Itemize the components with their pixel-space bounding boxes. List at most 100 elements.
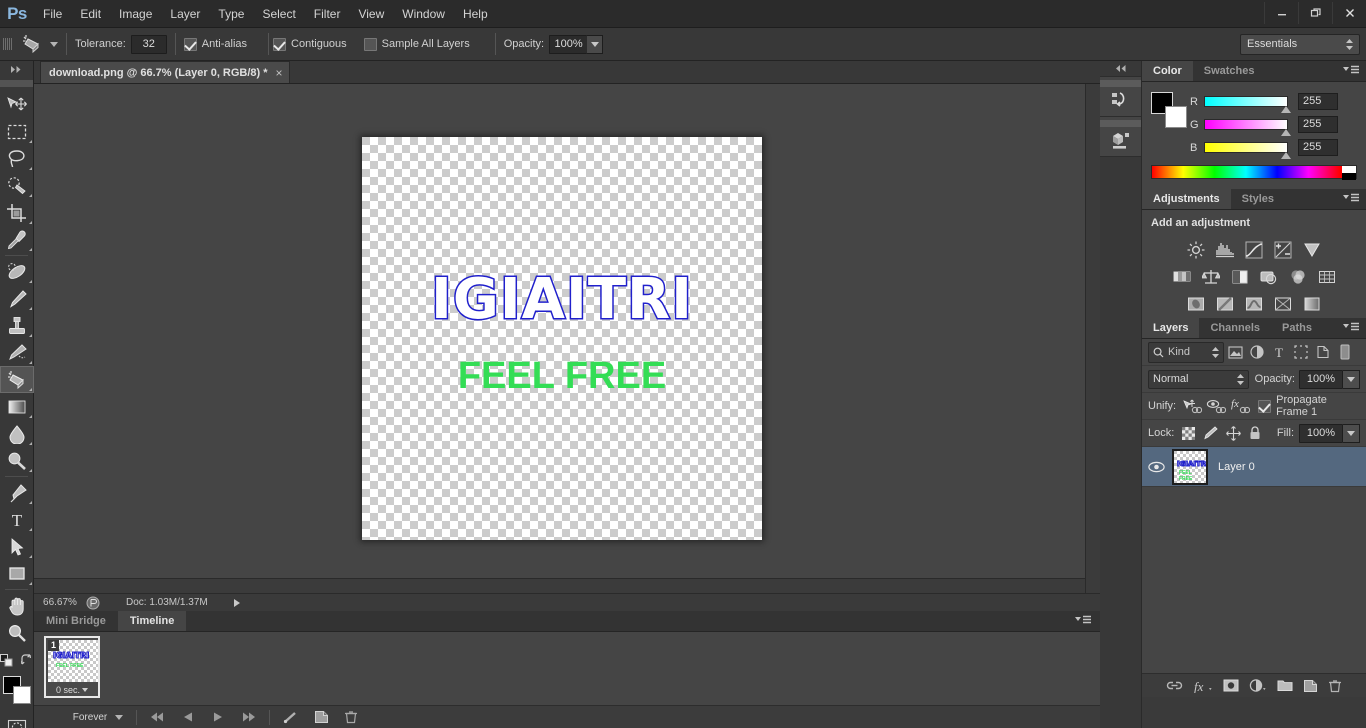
layer-style-icon[interactable]: fx (1193, 679, 1213, 693)
green-channel-value[interactable]: 255 (1298, 116, 1338, 133)
blue-slider-thumb[interactable] (1281, 152, 1291, 159)
tool-preset-chevron-down-icon[interactable] (50, 41, 58, 47)
color-background-swatch[interactable] (1165, 106, 1187, 128)
eyedropper-tool[interactable] (0, 226, 34, 253)
new-adjustment-layer-icon[interactable] (1249, 679, 1267, 692)
loop-chevron-down-icon[interactable] (115, 714, 124, 720)
filter-pixel-icon[interactable] (1224, 342, 1246, 362)
tab-color[interactable]: Color (1142, 61, 1193, 81)
new-group-icon[interactable] (1277, 679, 1293, 692)
canvas-horizontal-scrollbar[interactable] (34, 578, 1085, 593)
properties-panel-grip[interactable] (1100, 120, 1141, 127)
sample-all-layers-checkbox[interactable] (363, 37, 377, 51)
tab-mini-bridge[interactable]: Mini Bridge (34, 611, 118, 631)
unify-style-icon[interactable]: fx (1230, 398, 1251, 414)
layer-opacity-input[interactable]: 100% (1299, 369, 1343, 389)
photo-filter-icon[interactable] (1260, 269, 1278, 285)
layer-mask-icon[interactable] (1223, 679, 1239, 692)
blue-channel-slider[interactable] (1204, 142, 1291, 159)
menu-filter[interactable]: Filter (305, 0, 350, 28)
document-tab[interactable]: download.png @ 66.7% (Layer 0, RGB/8) * … (40, 61, 290, 83)
layer-filter-updown-icon[interactable] (1212, 346, 1219, 358)
menu-image[interactable]: Image (110, 0, 161, 28)
layer-filter-kind-select[interactable]: Kind (1148, 341, 1224, 363)
rectangle-tool[interactable] (0, 560, 34, 587)
invert-icon[interactable] (1187, 296, 1205, 312)
lock-image-icon[interactable] (1203, 426, 1218, 440)
animation-frame[interactable]: IGIAITRI FEEL FREE 1 0 sec. (44, 636, 100, 698)
artboard[interactable]: IGIAITRI FEEL FREE (362, 137, 762, 540)
crop-tool[interactable] (0, 199, 34, 226)
color-spectrum-bar[interactable] (1151, 165, 1357, 180)
frame-duration-chevron-down-icon[interactable] (82, 688, 88, 692)
tab-styles[interactable]: Styles (1231, 189, 1285, 209)
new-layer-icon[interactable] (1303, 679, 1318, 693)
brightness-contrast-icon[interactable] (1187, 241, 1205, 259)
anti-alias-option[interactable]: Anti-alias (183, 37, 252, 51)
loop-option-selector[interactable]: Forever (66, 709, 130, 726)
close-button[interactable] (1332, 2, 1366, 24)
opacity-chevron-down-icon[interactable] (587, 34, 604, 54)
spot-healing-brush-tool[interactable] (0, 258, 34, 285)
workspace-selector[interactable]: Essentials (1240, 33, 1360, 55)
fill-input[interactable]: 100% (1299, 423, 1343, 443)
layer-visibility-icon[interactable] (1142, 461, 1170, 473)
frame-duration[interactable]: 0 sec. (46, 685, 98, 695)
layers-panel-menu-icon[interactable] (1342, 322, 1360, 333)
history-panel-icon[interactable] (1100, 77, 1141, 117)
anti-alias-checkbox[interactable] (183, 37, 197, 51)
horizontal-type-tool[interactable]: T (0, 506, 34, 533)
path-selection-tool[interactable] (0, 533, 34, 560)
channel-mixer-icon[interactable] (1289, 269, 1307, 285)
curves-icon[interactable] (1245, 241, 1263, 259)
history-panel-grip[interactable] (1100, 80, 1141, 87)
propagate-frame-checkbox[interactable] (1258, 399, 1272, 413)
vibrance-icon[interactable] (1303, 241, 1321, 259)
menu-help[interactable]: Help (454, 0, 497, 28)
duplicate-frame-button[interactable] (306, 706, 336, 728)
close-document-icon[interactable]: × (276, 66, 283, 80)
sample-all-layers-option[interactable]: Sample All Layers (363, 37, 475, 51)
next-frame-button[interactable] (233, 706, 263, 728)
tab-paths[interactable]: Paths (1271, 318, 1323, 338)
threshold-icon[interactable] (1245, 296, 1263, 312)
restore-button[interactable] (1298, 2, 1332, 24)
selective-color-icon[interactable] (1303, 296, 1321, 312)
canvas-area[interactable]: IGIAITRI FEEL FREE (34, 84, 1100, 593)
tab-channels[interactable]: Channels (1199, 318, 1271, 338)
color-panel-menu-icon[interactable] (1342, 65, 1360, 76)
green-slider-thumb[interactable] (1281, 129, 1291, 136)
zoom-tool[interactable] (0, 619, 34, 646)
contiguous-option[interactable]: Contiguous (273, 37, 352, 51)
layer-opacity-chevron-down-icon[interactable] (1343, 369, 1360, 389)
blue-channel-value[interactable]: 255 (1298, 139, 1338, 156)
link-layers-icon[interactable] (1166, 679, 1183, 692)
animation-frames-strip[interactable]: IGIAITRI FEEL FREE 1 0 sec. (34, 632, 1100, 705)
lock-transparency-icon[interactable] (1182, 426, 1196, 440)
tab-swatches[interactable]: Swatches (1193, 61, 1266, 81)
tween-frames-button[interactable] (276, 706, 306, 728)
blend-mode-select[interactable]: Normal (1148, 369, 1249, 389)
menu-view[interactable]: View (349, 0, 393, 28)
layer-row[interactable]: IGIAITRI FEEL FREE Layer 0 (1142, 447, 1366, 487)
exposure-icon[interactable] (1274, 241, 1292, 259)
status-expand-icon[interactable] (233, 598, 240, 607)
swap-colors-icon[interactable] (20, 653, 33, 667)
red-slider-thumb[interactable] (1281, 106, 1291, 113)
posterize-icon[interactable] (1216, 296, 1234, 312)
dock-collapse-icon[interactable] (1100, 61, 1141, 77)
pen-tool[interactable] (0, 479, 34, 506)
color-balance-icon[interactable] (1201, 269, 1220, 285)
filter-toggle-switch[interactable] (1334, 342, 1356, 362)
tab-timeline[interactable]: Timeline (117, 611, 187, 631)
green-channel-slider[interactable] (1204, 119, 1291, 136)
hand-tool[interactable] (0, 592, 34, 619)
layer-thumbnail[interactable]: IGIAITRI FEEL FREE (1172, 448, 1208, 485)
adjustments-panel-menu-icon[interactable] (1342, 193, 1360, 204)
canvas-vertical-scrollbar[interactable] (1085, 84, 1100, 593)
tab-adjustments[interactable]: Adjustments (1142, 189, 1231, 209)
unify-visibility-icon[interactable] (1206, 398, 1227, 414)
clone-stamp-tool[interactable] (0, 312, 34, 339)
spectrum-blackwhite-swatch[interactable] (1342, 166, 1356, 180)
lasso-tool[interactable] (0, 145, 34, 172)
